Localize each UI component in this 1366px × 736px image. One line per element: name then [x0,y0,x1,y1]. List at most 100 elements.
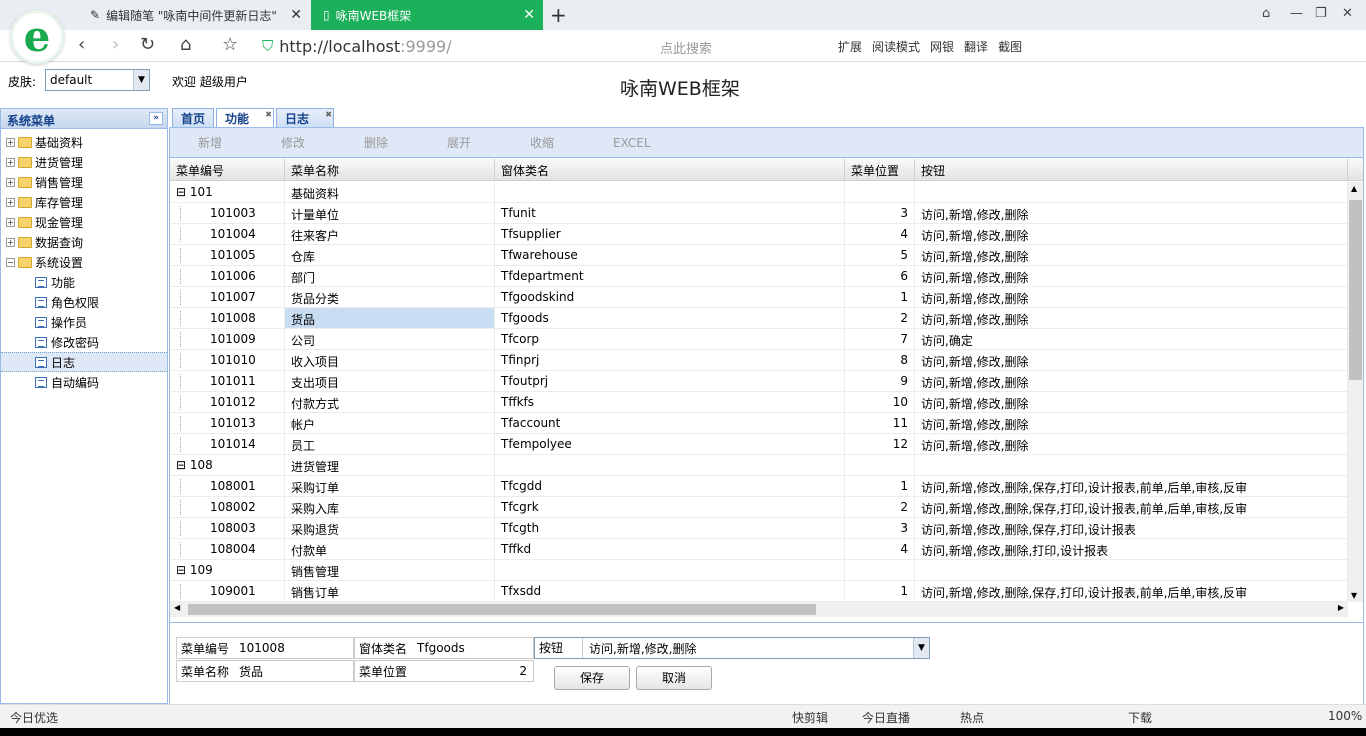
save-button[interactable]: 保存 [554,666,630,690]
collapse-node-icon[interactable]: − [6,257,15,267]
sidebar-item-cash[interactable]: + 现金管理 [1,212,167,232]
collapse-node-icon[interactable]: ⊟ [176,563,190,577]
collapse-node-icon[interactable]: ⊟ [176,458,190,472]
chevron-down-icon[interactable]: ▼ [133,70,149,90]
group-row[interactable]: ⊟ 108 进货管理 [170,455,1348,476]
expand-icon[interactable]: + [6,217,15,227]
expand-button[interactable]: 展开 [439,134,522,151]
sidebar-item-basic[interactable]: + 基础资料 [1,132,167,152]
scroll-up-icon[interactable]: ▲ [1351,184,1357,193]
search-input[interactable]: 点此搜索 [660,38,712,57]
name-field[interactable]: 菜单名称 货品 [176,660,354,682]
quick-clip-button[interactable]: 快剪辑 [792,709,828,726]
sidebar-item-password[interactable]: 修改密码 [1,332,167,352]
scroll-right-icon[interactable]: ▶ [1338,603,1344,612]
table-row[interactable]: 101006 部门 Tfdepartment 6 访问,新增,修改,删除 [170,266,1348,287]
refresh-icon[interactable]: ↻ [140,34,155,55]
column-header[interactable]: 窗体类名 [495,159,845,180]
sidebar-item-log[interactable]: 日志 [1,352,167,372]
sidebar-item-stock[interactable]: + 库存管理 [1,192,167,212]
buttons-select[interactable]: 按钮 访问,新增,修改,删除 ▼ [534,637,930,659]
table-row[interactable]: 101010 收入项目 Tfinprj 8 访问,新增,修改,删除 [170,350,1348,371]
sidebar-item-settings[interactable]: − 系统设置 [1,252,167,272]
skin-icon[interactable]: ⌂ [1262,6,1270,21]
table-row[interactable]: 108002 采购入库 Tfcgrk 2 访问,新增,修改,删除,保存,打印,设计报表,… [170,497,1348,518]
scroll-left-icon[interactable]: ◀ [174,603,180,612]
extensions-button[interactable]: 扩展 [838,38,862,55]
tab-function[interactable]: 功能 ✖ [216,108,274,127]
bank-button[interactable]: 网银 [930,38,954,55]
group-row[interactable]: ⊟ 109 销售管理 [170,560,1348,581]
star-icon[interactable]: ☆ [222,34,238,55]
table-row[interactable]: 101007 货品分类 Tfgoodskind 1 访问,新增,修改,删除 [170,287,1348,308]
table-row[interactable]: 101005 仓库 Tfwarehouse 5 访问,新增,修改,删除 [170,245,1348,266]
column-header[interactable]: 菜单编号 [170,159,285,180]
new-tab-button[interactable]: + [550,3,567,27]
screenshot-button[interactable]: 截图 [998,38,1022,55]
expand-icon[interactable]: + [6,237,15,247]
translate-button[interactable]: 翻译 [964,38,988,55]
table-row[interactable]: 101008 货品 Tfgoods 2 访问,新增,修改,删除 [170,308,1348,329]
browser-tab-blog[interactable]: ✎ 编辑随笔 "咏南中间件更新日志" ✕ [80,0,310,30]
minimize-icon[interactable]: — [1290,6,1303,21]
collapse-node-icon[interactable]: ⊟ [176,185,190,199]
scroll-thumb[interactable] [1349,200,1362,380]
sidebar-item-function[interactable]: 功能 [1,272,167,292]
tab-home[interactable]: 首页 [172,108,214,127]
collapse-button[interactable]: 收缩 [522,134,605,151]
edit-button[interactable]: 修改 [273,134,356,151]
expand-icon[interactable]: + [6,177,15,187]
column-header[interactable]: 菜单位置 [845,159,915,180]
address-bar[interactable]: ⛉ http://localhost :9999/ [262,34,652,58]
chevron-down-icon[interactable]: ▼ [913,638,929,658]
collapse-icon[interactable]: » [149,112,163,125]
sidebar-item-autocode[interactable]: 自动编码 [1,372,167,392]
scroll-down-icon[interactable]: ▼ [1351,591,1357,600]
close-window-icon[interactable]: ✕ [1342,6,1353,21]
close-icon[interactable]: ✖ [265,110,272,119]
table-row[interactable]: 108001 采购订单 Tfcgdd 1 访问,新增,修改,删除,保存,打印,设计报表,… [170,476,1348,497]
table-row[interactable]: 108004 付款单 Tffkd 4 访问,新增,修改,删除,打印,设计报表 [170,539,1348,560]
sidebar-item-query[interactable]: + 数据查询 [1,232,167,252]
close-icon[interactable]: ✕ [290,7,302,23]
table-row[interactable]: 101011 支出项目 Tfoutprj 9 访问,新增,修改,删除 [170,371,1348,392]
table-row[interactable]: 108003 采购退货 Tfcgth 3 访问,新增,修改,删除,保存,打印,设计报表 [170,518,1348,539]
reader-mode-button[interactable]: 阅读模式 [872,38,920,55]
live-button[interactable]: 今日直播 [862,709,910,726]
forward-icon[interactable]: › [112,34,119,55]
hot-button[interactable]: 热点 [960,709,984,726]
back-icon[interactable]: ‹ [78,34,85,55]
class-field[interactable]: 窗体类名 Tfgoods [354,637,534,659]
table-row[interactable]: 109001 销售订单 Tfxsdd 1 访问,新增,修改,删除,保存,打印,设计报表,… [170,581,1348,602]
group-row[interactable]: ⊟ 101 基础资料 [170,182,1348,203]
browser-tab-app[interactable]: ▯ 咏南WEB框架 ✕ [311,0,543,30]
table-row[interactable]: 101012 付款方式 Tffkfs 10 访问,新增,修改,删除 [170,392,1348,413]
table-row[interactable]: 101014 员工 Tfempolyee 12 访问,新增,修改,删除 [170,434,1348,455]
table-row[interactable]: 101004 往来客户 Tfsupplier 4 访问,新增,修改,删除 [170,224,1348,245]
table-row[interactable]: 101009 公司 Tfcorp 7 访问,确定 [170,329,1348,350]
sidebar-item-sales[interactable]: + 销售管理 [1,172,167,192]
sidebar-item-operators[interactable]: 操作员 [1,312,167,332]
excel-button[interactable]: EXCEL [605,136,688,150]
expand-icon[interactable]: + [6,197,15,207]
zoom-level[interactable]: 100% [1328,709,1362,723]
expand-icon[interactable]: + [6,157,15,167]
skin-select[interactable]: default ▼ [45,69,150,91]
download-button[interactable]: 下载 [1128,709,1152,726]
vertical-scrollbar[interactable]: ▲ ▼ [1348,182,1363,602]
sidebar-item-purchase[interactable]: + 进货管理 [1,152,167,172]
expand-icon[interactable]: + [6,137,15,147]
add-button[interactable]: 新增 [190,134,273,151]
id-field[interactable]: 菜单编号 101008 [176,637,354,659]
horizontal-scrollbar[interactable]: ◀ ▶ [170,602,1348,617]
close-icon[interactable]: ✖ [325,110,332,119]
column-header[interactable]: 按钮 [915,159,1348,180]
column-header[interactable]: 菜单名称 [285,159,495,180]
sidebar-item-roles[interactable]: 角色权限 [1,292,167,312]
delete-button[interactable]: 删除 [356,134,439,151]
table-row[interactable]: 101003 计量单位 Tfunit 3 访问,新增,修改,删除 [170,203,1348,224]
scroll-thumb[interactable] [188,604,816,615]
tab-log[interactable]: 日志 ✖ [276,108,334,127]
daily-picks[interactable]: 今日优选 [10,709,58,726]
maximize-icon[interactable]: ❐ [1315,6,1327,21]
